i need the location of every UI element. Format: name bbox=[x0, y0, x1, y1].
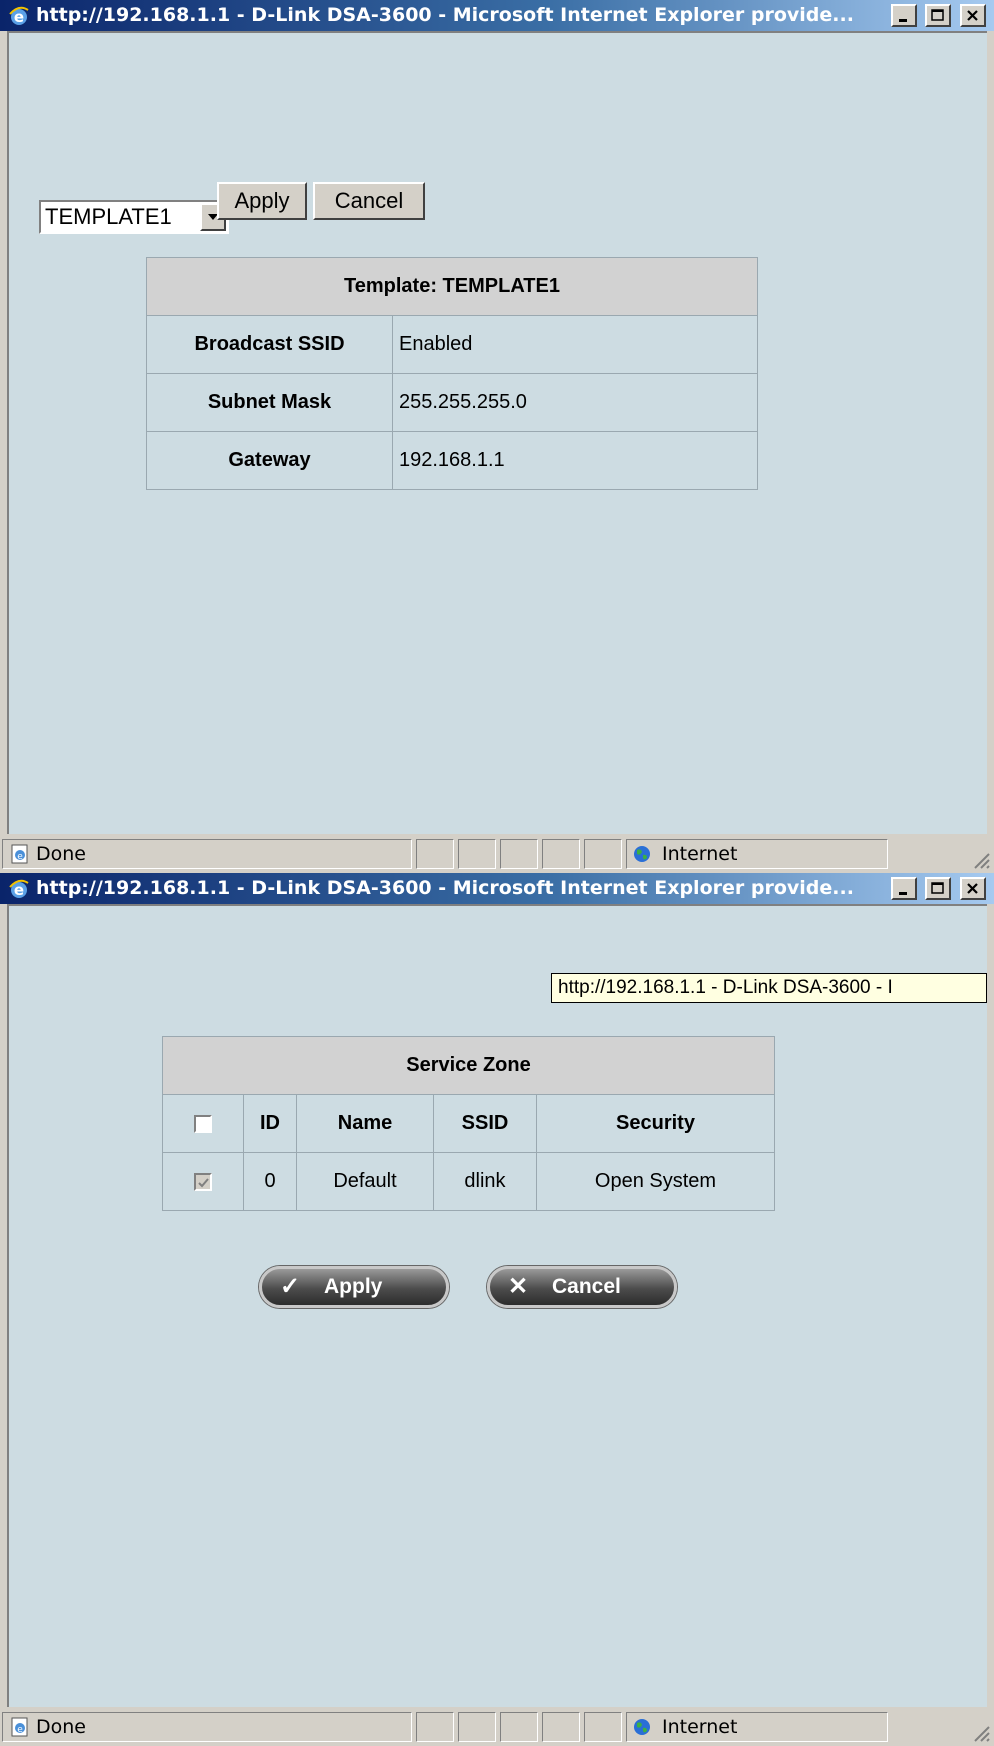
status-slot bbox=[584, 839, 622, 869]
maximize-button[interactable] bbox=[925, 877, 952, 900]
maximize-icon bbox=[931, 9, 945, 21]
title-bar: e http://192.168.1.1 - D-Link DSA-3600 -… bbox=[0, 0, 994, 31]
row-label: Subnet Mask bbox=[146, 373, 393, 432]
status-slot bbox=[416, 839, 454, 869]
cancel-button[interactable]: ✕ Cancel bbox=[487, 1266, 677, 1308]
row-label: Broadcast SSID bbox=[146, 315, 393, 374]
close-icon bbox=[967, 10, 978, 21]
column-header-security: Security bbox=[536, 1094, 775, 1153]
globe-icon bbox=[634, 1719, 650, 1735]
column-header-id: ID bbox=[243, 1094, 297, 1153]
page-content: TEMPLATE1 Apply Cancel Template: TEMPLAT… bbox=[7, 31, 987, 834]
minimize-icon bbox=[898, 892, 907, 895]
table-row: 0 Default dlink Open System bbox=[162, 1152, 775, 1211]
cell-name: Default bbox=[296, 1152, 434, 1211]
minimize-button[interactable] bbox=[890, 877, 917, 900]
ie-page-icon: e bbox=[11, 1717, 28, 1737]
svg-text:e: e bbox=[17, 852, 23, 862]
globe-icon bbox=[634, 846, 650, 862]
cancel-button[interactable]: Cancel bbox=[313, 182, 425, 220]
minimize-button[interactable] bbox=[890, 4, 917, 27]
status-slot bbox=[500, 1712, 538, 1742]
template-select-value: TEMPLATE1 bbox=[45, 204, 172, 229]
svg-text:e: e bbox=[17, 1725, 23, 1735]
apply-button[interactable]: Apply bbox=[217, 182, 307, 220]
resize-grip-icon[interactable] bbox=[969, 848, 991, 870]
status-slot bbox=[542, 839, 580, 869]
row-value: Enabled bbox=[392, 315, 758, 374]
select-all-cell bbox=[162, 1094, 244, 1153]
status-bar: e Done Internet bbox=[0, 835, 994, 873]
minimize-icon bbox=[898, 19, 907, 22]
svg-text:e: e bbox=[14, 881, 24, 899]
apply-button-label: Apply bbox=[324, 1275, 383, 1298]
x-icon: ✕ bbox=[508, 1273, 529, 1300]
maximize-icon bbox=[931, 882, 945, 894]
status-slot bbox=[500, 839, 538, 869]
close-button[interactable] bbox=[960, 4, 986, 27]
service-zone-table: Service Zone ID Name SSID Security 0 Def… bbox=[162, 1036, 775, 1211]
row-checkbox-cell bbox=[162, 1152, 244, 1211]
resize-grip-icon[interactable] bbox=[969, 1721, 991, 1743]
cell-ssid: dlink bbox=[433, 1152, 537, 1211]
close-button[interactable] bbox=[960, 877, 986, 900]
column-header-ssid: SSID bbox=[433, 1094, 537, 1153]
page-content: http://192.168.1.1 - D-Link DSA-3600 - I… bbox=[7, 904, 987, 1707]
table-row: Gateway 192.168.1.1 bbox=[146, 431, 758, 490]
row-label: Gateway bbox=[146, 431, 393, 490]
cell-id: 0 bbox=[243, 1152, 297, 1211]
template-table: Template: TEMPLATE1 Broadcast SSID Enabl… bbox=[146, 257, 758, 490]
status-slot bbox=[458, 839, 496, 869]
window-title: http://192.168.1.1 - D-Link DSA-3600 - M… bbox=[36, 877, 854, 899]
ie-logo-icon: e bbox=[9, 879, 29, 899]
status-slot bbox=[416, 1712, 454, 1742]
row-value: 255.255.255.0 bbox=[392, 373, 758, 432]
checkmark-icon: ✓ bbox=[280, 1273, 301, 1300]
status-slot bbox=[458, 1712, 496, 1742]
template-select[interactable]: TEMPLATE1 bbox=[39, 200, 229, 234]
apply-button[interactable]: ✓ Apply bbox=[259, 1266, 449, 1308]
window-title: http://192.168.1.1 - D-Link DSA-3600 - M… bbox=[36, 4, 854, 26]
title-bar: e http://192.168.1.1 - D-Link DSA-3600 -… bbox=[0, 873, 994, 904]
select-all-checkbox[interactable] bbox=[194, 1114, 212, 1133]
zone-text: Internet bbox=[662, 1716, 738, 1738]
ie-logo-icon: e bbox=[9, 6, 29, 26]
template-table-header: Template: TEMPLATE1 bbox=[146, 257, 758, 316]
ie-window-service-zone: e http://192.168.1.1 - D-Link DSA-3600 -… bbox=[0, 873, 994, 1746]
url-tooltip: http://192.168.1.1 - D-Link DSA-3600 - I bbox=[551, 973, 987, 1003]
table-row: Subnet Mask 255.255.255.0 bbox=[146, 373, 758, 432]
cancel-button-label: Cancel bbox=[552, 1275, 621, 1298]
ie-window-template: e http://192.168.1.1 - D-Link DSA-3600 -… bbox=[0, 0, 994, 873]
column-header-name: Name bbox=[296, 1094, 434, 1153]
status-text: Done bbox=[36, 1716, 86, 1738]
cell-security: Open System bbox=[536, 1152, 775, 1211]
row-checkbox bbox=[194, 1172, 212, 1191]
close-icon bbox=[967, 883, 978, 894]
status-slot bbox=[584, 1712, 622, 1742]
svg-text:e: e bbox=[14, 8, 24, 26]
maximize-button[interactable] bbox=[925, 4, 952, 27]
table-header-row: ID Name SSID Security bbox=[162, 1094, 775, 1153]
status-text: Done bbox=[36, 843, 86, 865]
ie-page-icon: e bbox=[11, 844, 28, 864]
row-value: 192.168.1.1 bbox=[392, 431, 758, 490]
status-bar: e Done Internet bbox=[0, 1708, 994, 1746]
table-row: Broadcast SSID Enabled bbox=[146, 315, 758, 374]
checkmark-icon bbox=[198, 1178, 209, 1188]
service-zone-title: Service Zone bbox=[162, 1036, 775, 1095]
status-slot bbox=[542, 1712, 580, 1742]
zone-text: Internet bbox=[662, 843, 738, 865]
